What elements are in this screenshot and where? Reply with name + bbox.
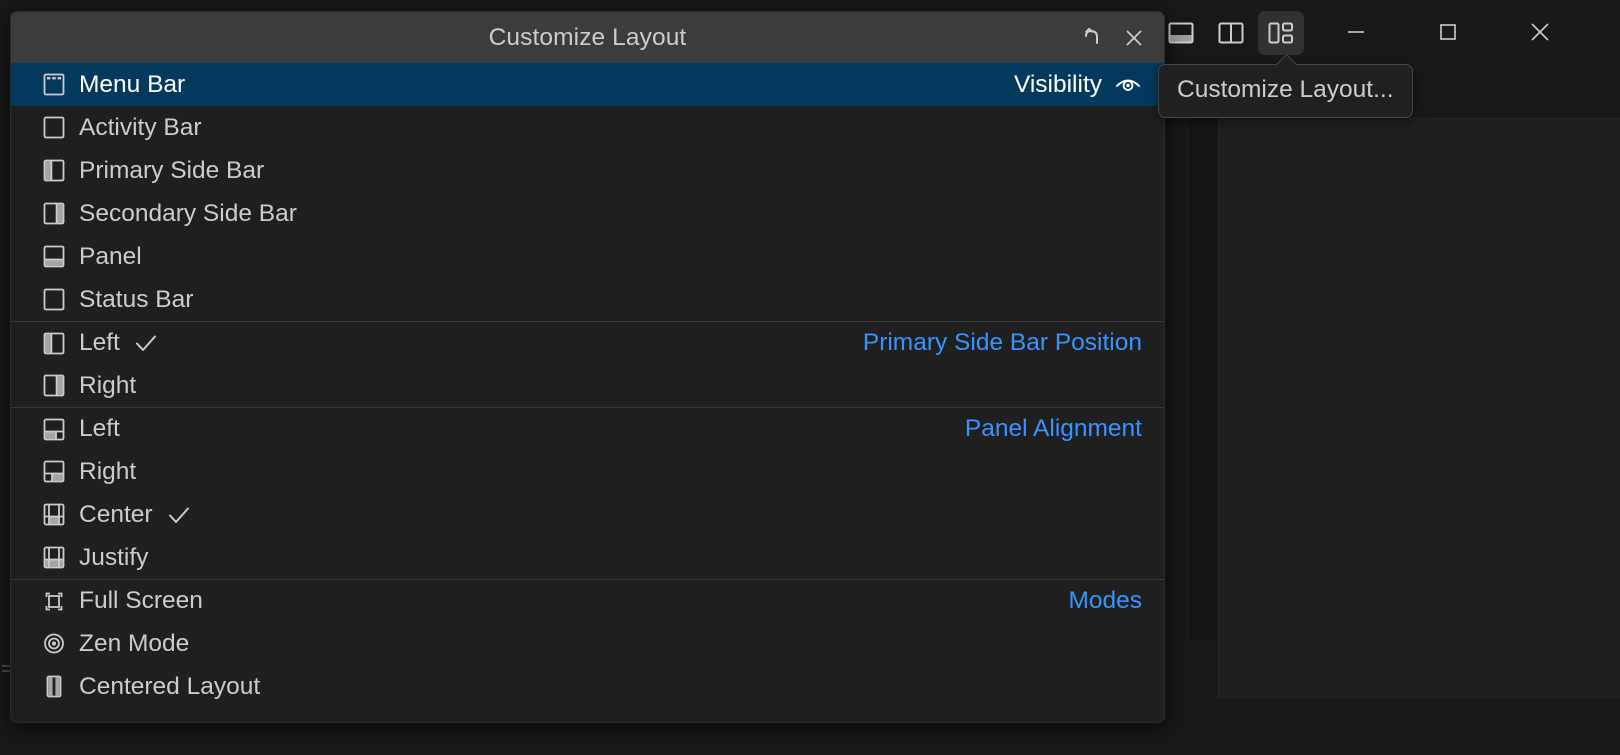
eye-icon [1114, 74, 1142, 96]
customize-layout-icon [1268, 21, 1294, 45]
panel-align-right-icon [41, 459, 67, 485]
quickpick-item-right-g1[interactable]: Right [11, 364, 1164, 407]
undo-icon [1079, 25, 1105, 51]
quickpick-item-label: Center [79, 501, 153, 529]
statusbar-icon [41, 287, 67, 313]
quickpick-item-label: Left [79, 329, 120, 357]
quickpick-item-panel[interactable]: Panel [11, 235, 1164, 278]
quickpick-item-label: Justify [79, 544, 148, 572]
quickpick-group-label-container: Modes [1068, 587, 1142, 615]
activitybar-icon [41, 115, 67, 141]
quickpick-item-label: Right [79, 372, 136, 400]
close-icon [1123, 27, 1145, 49]
fullscreen-icon [41, 588, 67, 614]
quickpick-title-actions [1072, 12, 1154, 63]
quickpick-item-label: Full Screen [79, 587, 203, 615]
quickpick-item-label: Activity Bar [79, 114, 202, 142]
panel-align-left-icon [41, 416, 67, 442]
layout-toolbar [1158, 10, 1304, 56]
quickpick-item-label: Secondary Side Bar [79, 200, 297, 228]
quickpick-group-label-container: Panel Alignment [965, 415, 1142, 443]
quickpick-title: Customize Layout [489, 24, 687, 52]
quickpick-item-left-g2[interactable]: Left Panel Alignment [11, 407, 1164, 450]
quickpick-item-label: Centered Layout [79, 673, 260, 701]
quickpick-item-center-g2[interactable]: Center [11, 493, 1164, 536]
quickpick-group-label: Modes [1068, 587, 1142, 615]
centered-layout-icon [41, 674, 67, 700]
app-root: Customize Layout [0, 0, 1620, 755]
quickpick-item-label: Zen Mode [79, 630, 189, 658]
quickpick-item-label: Left [79, 415, 120, 443]
close-icon [1528, 20, 1552, 44]
split-editor-button[interactable] [1208, 11, 1254, 55]
editor-background [1218, 118, 1620, 698]
editor-shadow [1190, 110, 1220, 640]
quickpick-item-label: Menu Bar [79, 71, 185, 99]
quickpick-item-activity-bar[interactable]: Activity Bar [11, 106, 1164, 149]
quickpick-item-centered-layout-g3[interactable]: Centered Layout [11, 665, 1164, 708]
maximize-icon [1437, 21, 1459, 43]
quickpick-item-label: Primary Side Bar [79, 157, 264, 185]
customize-layout-button[interactable] [1258, 11, 1304, 55]
check-icon [133, 332, 159, 354]
quickpick-list[interactable]: Menu Bar Visibility Activity Bar Primary Si… [11, 63, 1164, 722]
quickpick-group-label: Visibility [1014, 71, 1102, 99]
quickpick-titlebar: Customize Layout [11, 12, 1164, 63]
panel-align-justify-icon [41, 545, 67, 571]
secondary-sidebar-icon [41, 201, 67, 227]
customize-layout-tooltip: Customize Layout... [1158, 64, 1413, 118]
panel-icon [41, 244, 67, 270]
close-quickpick-button[interactable] [1114, 18, 1154, 58]
sidebar-right-icon [41, 373, 67, 399]
sidebar-left-icon [41, 330, 67, 356]
quickpick-item-secondary-side-bar[interactable]: Secondary Side Bar [11, 192, 1164, 235]
quickpick-item-right-g2[interactable]: Right [11, 450, 1164, 493]
close-button[interactable] [1494, 8, 1586, 56]
quickpick-item-zen-mode-g3[interactable]: Zen Mode [11, 622, 1164, 665]
minimize-button[interactable] [1310, 8, 1402, 56]
quickpick-item-status-bar[interactable]: Status Bar [11, 278, 1164, 321]
quickpick-group-label-container: Primary Side Bar Position [863, 329, 1142, 357]
quickpick-item-left-g1[interactable]: Left Primary Side Bar Position [11, 321, 1164, 364]
minimize-icon [1345, 21, 1367, 43]
check-icon [166, 504, 192, 526]
quickpick-item-label: Panel [79, 243, 142, 271]
quickpick-item-label: Status Bar [79, 286, 193, 314]
zen-mode-icon [41, 631, 67, 657]
menubar-icon [41, 72, 67, 98]
split-editor-icon [1218, 21, 1244, 45]
quickpick-group-label: Panel Alignment [965, 415, 1142, 443]
quickpick-group-label-container: Visibility [1014, 71, 1142, 99]
panel-align-center-icon [41, 502, 67, 528]
primary-sidebar-icon [41, 158, 67, 184]
tooltip-label: Customize Layout... [1177, 76, 1394, 103]
window-controls [1310, 8, 1586, 56]
quickpick-item-primary-side-bar[interactable]: Primary Side Bar [11, 149, 1164, 192]
quickpick-item-full-screen-g3[interactable]: Full Screen Modes [11, 579, 1164, 622]
quickpick-item-menu-bar[interactable]: Menu Bar Visibility [11, 63, 1164, 106]
quickpick-group-label: Primary Side Bar Position [863, 329, 1142, 357]
customize-layout-quickpick: Customize Layout [10, 11, 1165, 723]
reset-layout-button[interactable] [1072, 18, 1112, 58]
quickpick-item-label: Right [79, 458, 136, 486]
panel-layout-icon [1168, 21, 1194, 45]
quickpick-item-justify-g2[interactable]: Justify [11, 536, 1164, 579]
maximize-button[interactable] [1402, 8, 1494, 56]
